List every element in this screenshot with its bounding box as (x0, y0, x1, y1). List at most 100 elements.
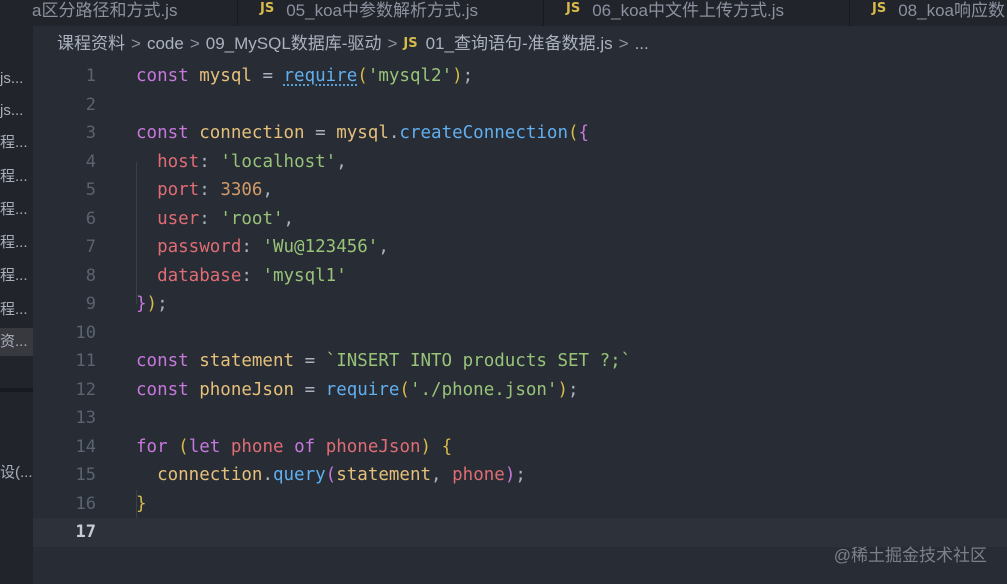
code-line[interactable]: 12 const phoneJson = require('./phone.jso… (33, 376, 1007, 405)
code-line[interactable]: 9}); (33, 290, 1007, 319)
code-token: phoneJson (325, 436, 421, 457)
code-token: ) (146, 294, 158, 314)
line-number: 15 (75, 465, 96, 485)
sidebar-file-item[interactable]: 程... (0, 163, 33, 191)
line-number: 14 (75, 436, 96, 457)
code-text[interactable]: }); (136, 290, 168, 319)
code-line[interactable]: 8 database: 'mysql1' (33, 262, 1007, 291)
code-token: password (157, 237, 242, 257)
code-token: phone (230, 436, 295, 457)
breadcrumb-more[interactable]: ... (635, 33, 649, 55)
code-line[interactable]: 13 (33, 404, 1007, 433)
tab-label: 05_koa中参数解析方式.js (286, 0, 478, 20)
code-token: ) (452, 66, 463, 86)
code-line[interactable]: 10 (33, 319, 1007, 348)
sidebar-file-item[interactable]: 程... (0, 229, 33, 257)
breadcrumb-item[interactable]: code (147, 33, 184, 55)
tab-label: a区分路径和方式.js (32, 0, 178, 20)
code-token: = (304, 123, 337, 143)
watermark: @稀土掘金技术社区 (833, 546, 987, 565)
code-token: : (199, 208, 221, 229)
code-token: ; (157, 294, 168, 314)
code-text[interactable]: password: 'Wu@123456', (136, 233, 389, 262)
sidebar-file-item[interactable]: 程... (0, 262, 33, 290)
sidebar-file-item[interactable]: 程... (0, 296, 33, 324)
line-number: 6 (85, 208, 96, 229)
code-token: port (157, 180, 200, 200)
editor-tab-bar: a区分路径和方式.js JS 05_koa中参数解析方式.js JS 06_ko… (0, 0, 1007, 26)
line-number: 4 (85, 151, 96, 172)
code-editor[interactable]: 课程资料 > code > 09_MySQL数据库-驱动 > JS 01_查询语… (33, 26, 1007, 584)
chevron-right-icon: > (189, 34, 200, 53)
breadcrumb-item[interactable]: 09_MySQL数据库-驱动 (206, 33, 382, 55)
tab-file-2[interactable]: JS 05_koa中参数解析方式.js (238, 0, 544, 26)
code-line[interactable]: 6 user: 'root', (33, 205, 1007, 234)
code-token: './phone.json' (409, 379, 558, 400)
breadcrumb-item[interactable]: 课程资料 (57, 33, 125, 55)
sidebar-file-item[interactable]: 程... (0, 196, 33, 224)
code-line[interactable]: 15 connection.query(statement, phone); (33, 461, 1007, 490)
code-token: : (241, 265, 263, 286)
code-token: statement (336, 465, 432, 485)
code-line[interactable]: 11 const statement = `INSERT INTO product… (33, 347, 1007, 376)
tab-file-4[interactable]: JS 08_koa响应数 (850, 0, 1007, 26)
code-token: } (136, 493, 147, 514)
code-token: mysql (199, 66, 252, 86)
code-line[interactable]: 2 (33, 91, 1007, 120)
tab-file-3[interactable]: JS 06_koa中文件上传方式.js (544, 0, 850, 26)
code-text[interactable]: const connection = mysql.createConnectio… (136, 119, 589, 148)
code-text[interactable]: const phoneJson = require('./phone.json'… (136, 376, 579, 405)
code-token: user (157, 208, 200, 229)
code-token: ( (399, 379, 410, 400)
code-token: statement (199, 351, 295, 371)
code-token: require (283, 66, 358, 86)
code-line[interactable]: 16} (33, 490, 1007, 519)
code-token: ; (568, 379, 579, 400)
tab-label: 08_koa响应数 (898, 0, 1005, 20)
line-number: 5 (85, 180, 96, 200)
code-line[interactable]: 14 for (let phone of phoneJson) { (33, 433, 1007, 462)
code-token: ; (462, 66, 474, 86)
code-token: , (378, 237, 389, 257)
code-token: ) (420, 436, 432, 457)
sidebar-outline-item[interactable]: 设(... (0, 459, 33, 487)
breadcrumb-file[interactable]: 01_查询语句-准备数据.js (426, 33, 613, 55)
sidebar-file-item-active[interactable]: 资... (0, 328, 33, 356)
code-text[interactable]: database: 'mysql1' (136, 262, 347, 291)
line-number: 9 (85, 294, 96, 314)
line-number: 7 (85, 237, 96, 257)
line-number: 13 (75, 408, 96, 428)
code-token: database (157, 265, 242, 286)
code-token: , (262, 180, 274, 200)
code-token: , (283, 208, 295, 229)
code-line[interactable]: 5 port: 3306, (33, 176, 1007, 205)
code-token: let (188, 436, 231, 457)
tab-label: 06_koa中文件上传方式.js (592, 0, 784, 20)
code-text[interactable]: connection.query(statement, phone); (136, 461, 526, 490)
code-text[interactable]: const mysql = require('mysql2'); (136, 62, 473, 91)
line-number: 3 (85, 123, 96, 143)
code-token: : (241, 237, 263, 257)
sidebar-file-item[interactable]: 程... (0, 129, 33, 157)
code-text[interactable]: host: 'localhost', (136, 148, 347, 177)
code-text[interactable]: for (let phone of phoneJson) { (136, 433, 452, 462)
code-token: . (388, 123, 400, 143)
code-text[interactable]: const statement = `INSERT INTO products … (136, 347, 631, 376)
tab-file-1[interactable]: a区分路径和方式.js (0, 0, 238, 26)
code-text[interactable]: user: 'root', (136, 205, 294, 234)
code-text[interactable]: } (136, 490, 147, 519)
code-line[interactable]: 1 const mysql = require('mysql2'); (33, 62, 1007, 91)
code-token: ( (357, 66, 368, 86)
sidebar-file-item[interactable]: js... (0, 97, 33, 125)
code-token: mysql (336, 123, 389, 143)
sidebar-file-item[interactable]: js... (0, 65, 33, 93)
line-number: 1 (85, 66, 96, 86)
code-line[interactable]: 7 password: 'Wu@123456', (33, 233, 1007, 262)
code-line[interactable]: 3 const connection = mysql.createConnecti… (33, 119, 1007, 148)
code-token: query (272, 465, 326, 485)
code-line[interactable]: 4 host: 'localhost', (33, 148, 1007, 177)
chevron-right-icon: > (131, 34, 141, 53)
code-text[interactable]: port: 3306, (136, 176, 273, 205)
